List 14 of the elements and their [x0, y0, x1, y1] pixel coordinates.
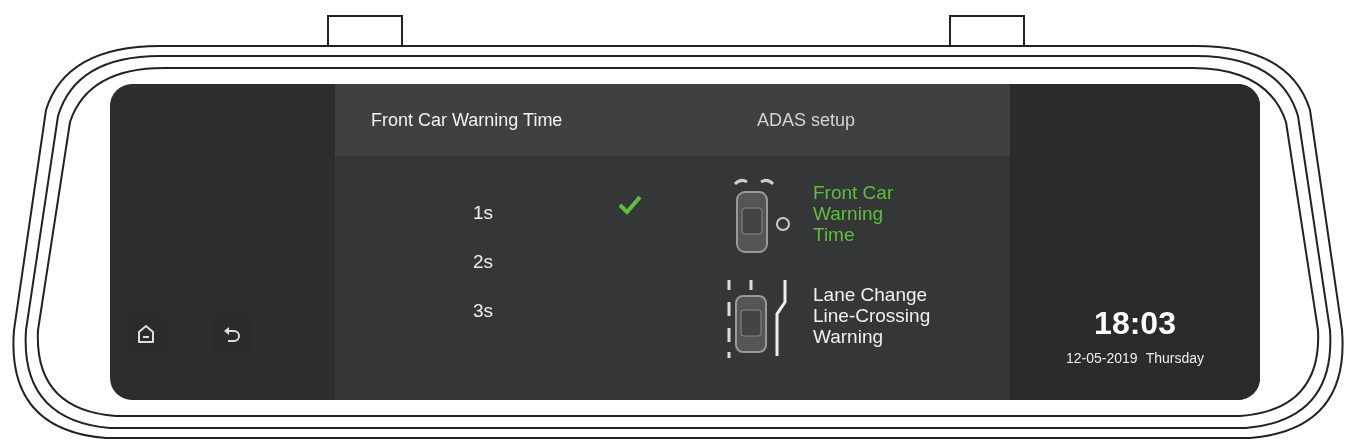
section-title: ADAS setup — [757, 109, 856, 131]
clock-day: Thursday — [1145, 350, 1204, 366]
home-icon — [137, 324, 155, 344]
option-item[interactable]: 3s — [473, 300, 725, 349]
back-icon — [223, 325, 241, 343]
clock-date: 12-05-2019 — [1066, 350, 1138, 366]
feature-label: Lane Change Line-Crossing Warning — [813, 283, 931, 347]
feature-item[interactable]: Front Car Warning Time — [725, 174, 931, 256]
option-item[interactable]: 2s — [473, 251, 725, 300]
feature-label: Front Car Warning Time — [813, 181, 894, 245]
clock-time: 18:03 — [1094, 305, 1176, 342]
option-item[interactable]: 1s — [473, 192, 644, 251]
feature-item[interactable]: Lane Change Line-Crossing Warning — [725, 276, 931, 358]
page-title: Front Car Warning Time — [371, 109, 564, 131]
